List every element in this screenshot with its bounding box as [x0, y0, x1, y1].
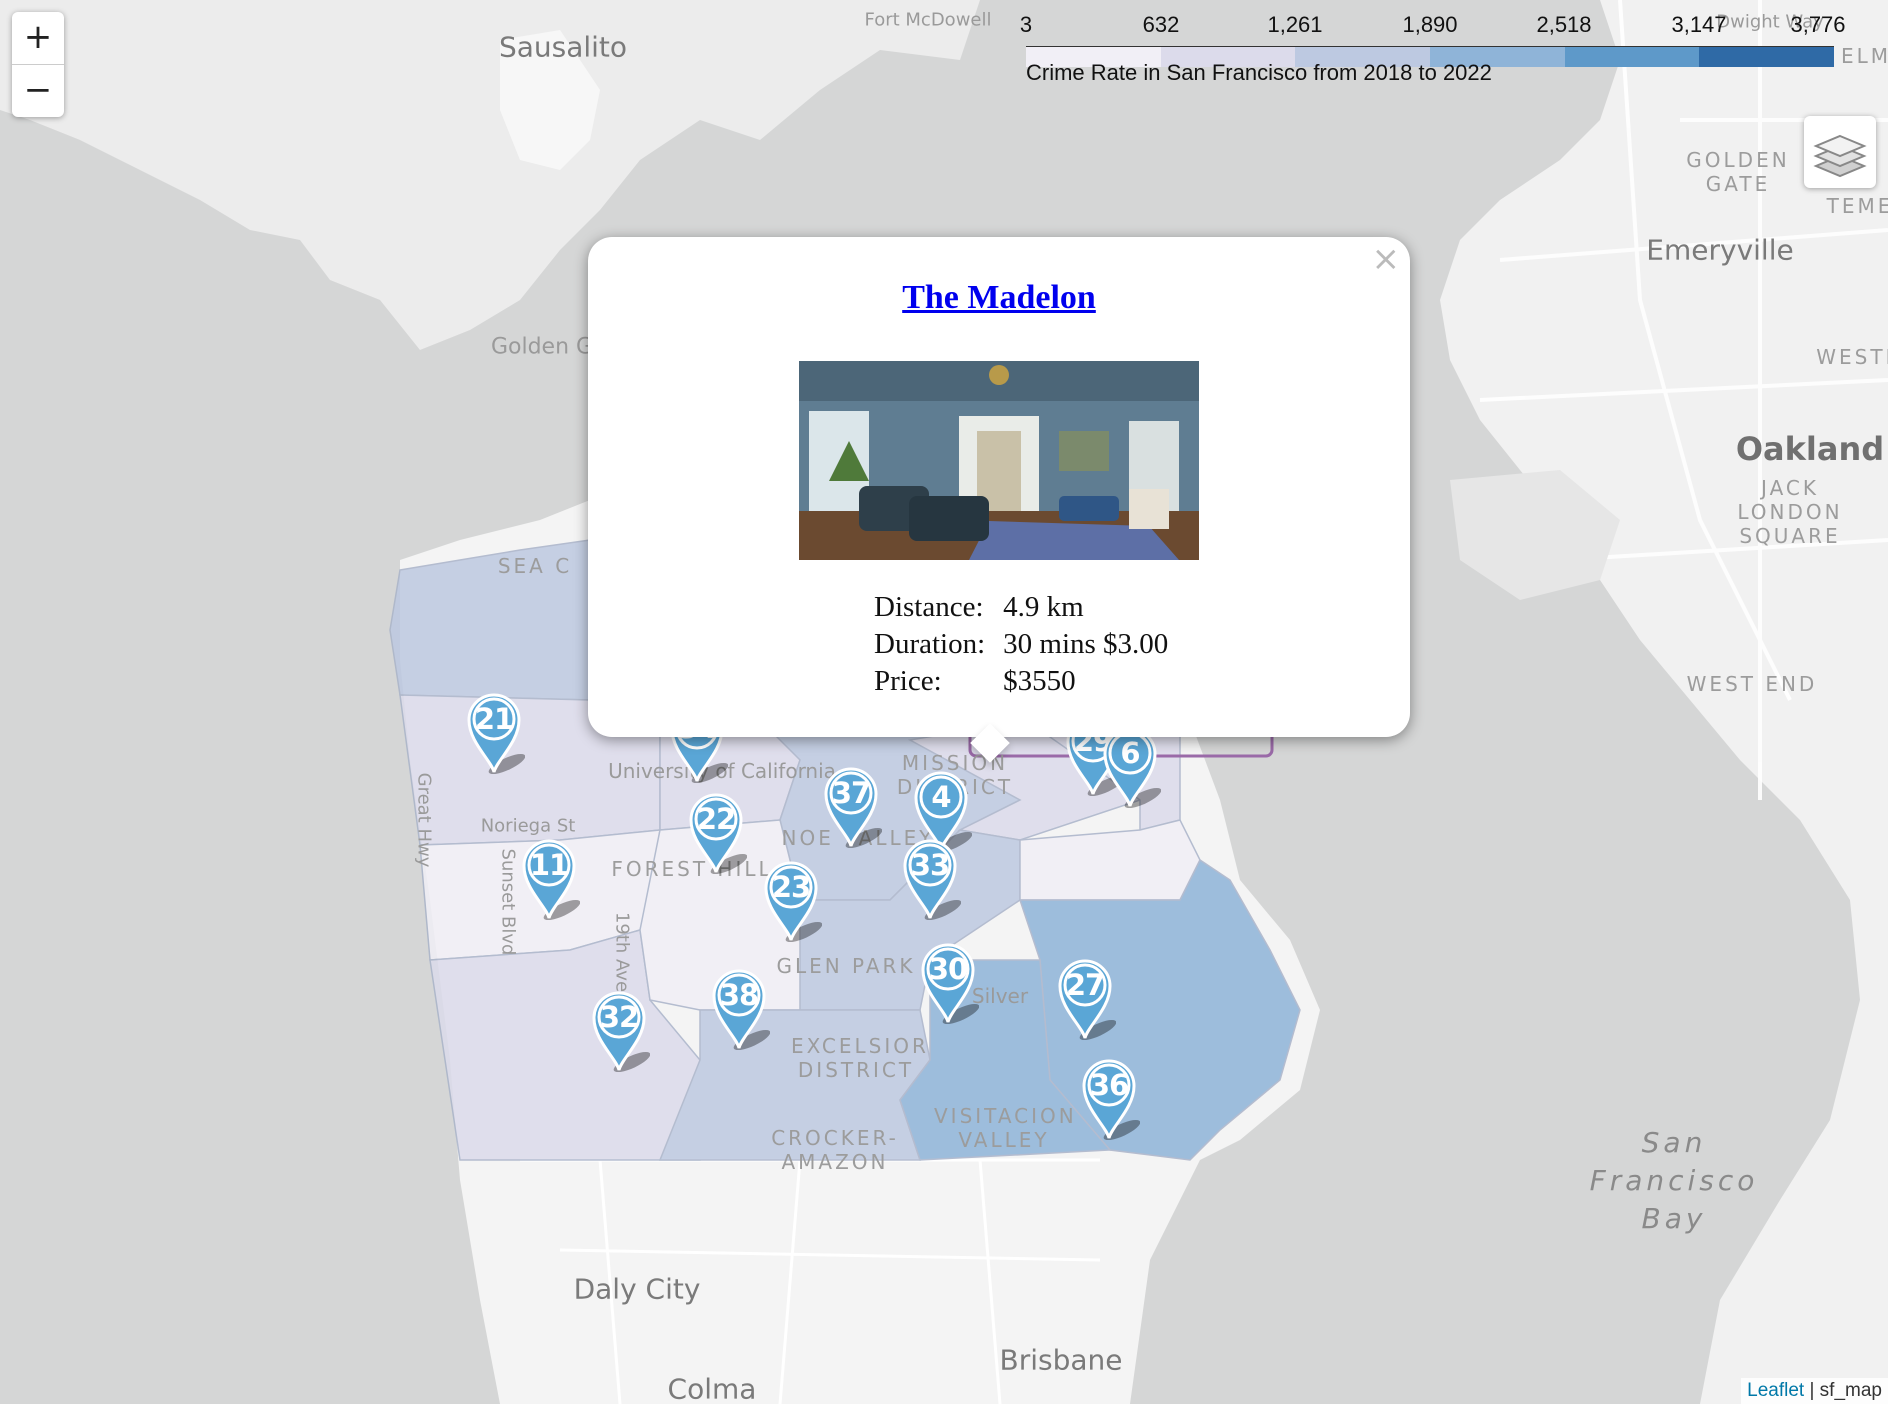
map-attribution: Leaflet | sf_map: [1741, 1378, 1888, 1404]
place-label: JACK LONDON SQUARE: [1737, 476, 1843, 548]
place-label: EXCELSIOR DISTRICT: [791, 1034, 929, 1082]
place-label: Fort McDowell: [864, 9, 992, 31]
map-marker[interactable]: 21: [463, 690, 525, 774]
map-marker[interactable]: 27: [1054, 956, 1116, 1040]
detail-value: $3550: [1003, 665, 1076, 697]
place-label: Oakland: [1735, 430, 1885, 468]
place-label: Noriega St: [480, 815, 576, 837]
leaflet-link[interactable]: Leaflet: [1747, 1380, 1804, 1401]
marker-number: 11: [529, 848, 569, 882]
legend-tick: 2,518: [1536, 12, 1592, 37]
detail-row: Price: $3550: [874, 665, 1186, 702]
zoom-control: + −: [12, 12, 64, 117]
place-label: Sunset Blvd: [497, 848, 519, 956]
map-marker[interactable]: 38: [708, 966, 770, 1050]
map-marker[interactable]: 33: [899, 836, 961, 920]
marker-number: 32: [599, 1000, 639, 1034]
place-label: VISITACION VALLEY: [934, 1104, 1077, 1152]
place-label: Golden G: [490, 334, 594, 360]
place-label: GLEN PARK: [776, 954, 916, 978]
marker-number: 36: [1089, 1068, 1129, 1102]
listing-details: Distance: 4.9 km Duration: 30 mins $3.00…: [874, 591, 1186, 702]
layers-control-button[interactable]: [1804, 116, 1876, 188]
map-marker[interactable]: 22: [685, 790, 747, 874]
marker-number: 23: [771, 870, 811, 904]
map-marker[interactable]: 23: [760, 858, 822, 942]
legend-tick: 3: [1019, 12, 1033, 37]
marker-number: 33: [910, 848, 950, 882]
place-label: GOLDEN GATE: [1686, 148, 1790, 196]
map-marker[interactable]: 37: [820, 764, 882, 848]
detail-value: 4.9 km: [1003, 591, 1084, 623]
legend-caption: Crime Rate in San Francisco from 2018 to…: [1026, 60, 1492, 85]
legend-tick: 632: [1142, 12, 1180, 37]
place-label: Sausalito: [498, 30, 628, 64]
place-label: ELM: [1840, 44, 1888, 68]
place-label: Emeryville: [1646, 233, 1794, 267]
place-label: WESTL: [1816, 345, 1888, 369]
marker-number: 30: [928, 952, 968, 986]
zoom-in-button[interactable]: +: [12, 12, 64, 65]
place-label: San Francisco Bay: [1589, 1126, 1759, 1235]
place-label: Colma: [667, 1372, 757, 1404]
crime-rate-legend: 3 632 1,261 1,890 2,518 3,147 3,776 Crim…: [1018, 8, 1846, 90]
layers-icon: [1813, 134, 1867, 178]
place-label: Silver: [971, 984, 1029, 1008]
detail-row: Duration: 30 mins $3.00: [874, 628, 1186, 665]
marker-number: 4: [931, 780, 951, 814]
map-marker[interactable]: 32: [588, 988, 650, 1072]
place-label: WEST END: [1686, 672, 1818, 696]
popup-close-button[interactable]: ×: [1372, 239, 1401, 279]
map-marker[interactable]: 11: [518, 836, 580, 920]
legend-bin: [1564, 47, 1700, 67]
legend-tick: 1,261: [1267, 12, 1323, 37]
zoom-out-button[interactable]: −: [12, 65, 64, 117]
legend-tick: 1,890: [1402, 12, 1458, 37]
place-label: Brisbane: [999, 1343, 1123, 1377]
marker-number: 22: [696, 802, 736, 836]
legend-tick: 3,776: [1790, 12, 1846, 37]
place-label: 19th Ave: [611, 911, 633, 993]
marker-number: 21: [474, 702, 514, 736]
map-marker[interactable]: 30: [917, 940, 979, 1024]
detail-row: Distance: 4.9 km: [874, 591, 1186, 628]
detail-label: Price:: [874, 665, 942, 697]
place-label: Daly City: [573, 1272, 701, 1306]
place-label: SEA C: [497, 554, 573, 578]
detail-label: Duration:: [874, 628, 986, 660]
place-label: TEME: [1826, 194, 1888, 218]
map-marker[interactable]: 36: [1078, 1056, 1140, 1140]
place-label: Great Hwy: [413, 772, 435, 868]
attribution-text: | sf_map: [1804, 1380, 1882, 1401]
marker-number: 27: [1065, 968, 1105, 1002]
place-label: CROCKER-AMAZON: [771, 1126, 899, 1174]
legend-bin: [1699, 47, 1835, 67]
marker-number: 38: [719, 978, 759, 1012]
marker-number: 37: [831, 776, 871, 810]
detail-label: Distance:: [874, 591, 984, 623]
listing-photo: [799, 361, 1199, 560]
listing-popup: × The Madelon Distance: 4.9 km Duration:…: [588, 237, 1410, 763]
legend-tick: 3,147: [1671, 12, 1727, 37]
listing-title-link[interactable]: The Madelon: [588, 279, 1410, 317]
detail-value: 30 mins $3.00: [1003, 628, 1169, 660]
